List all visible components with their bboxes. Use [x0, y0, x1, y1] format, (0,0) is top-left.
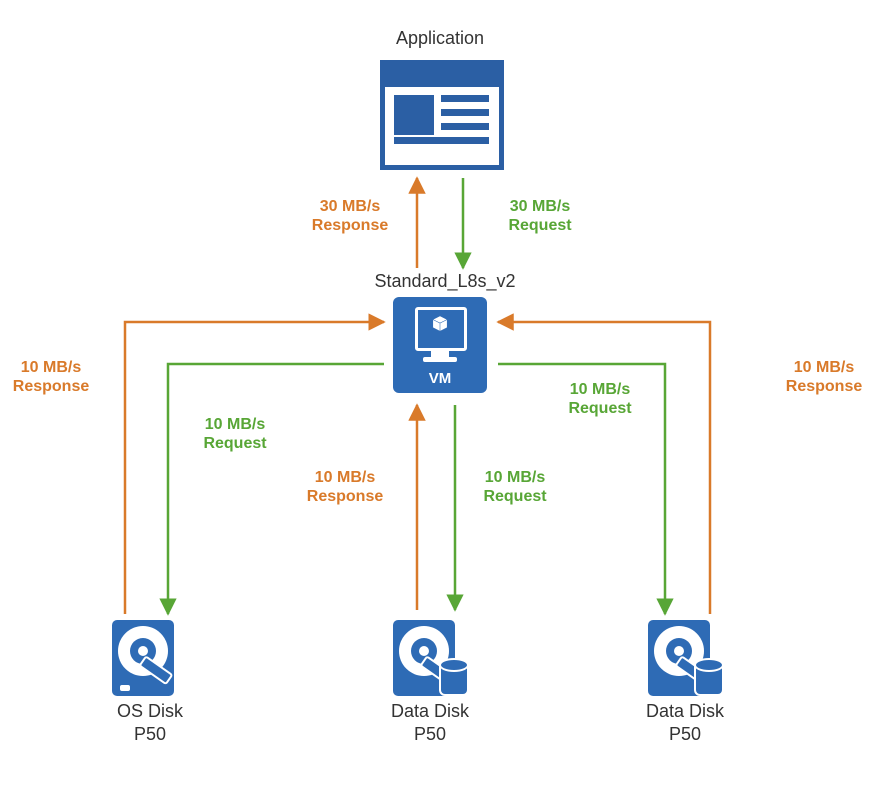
rate: 30 MB/s	[510, 198, 570, 215]
data-disk-1-label: Data Disk P50	[370, 700, 490, 745]
rate: 30 MB/s	[320, 198, 380, 215]
vm-icon: VM	[393, 297, 487, 393]
rate: 10 MB/s	[205, 416, 265, 433]
kind: Request	[483, 488, 546, 505]
rate: 10 MB/s	[315, 469, 375, 486]
data-disk-2-label: Data Disk P50	[625, 700, 745, 745]
vm-title: Standard_L8s_v2	[365, 271, 525, 292]
kind: Response	[312, 217, 388, 234]
vm-d1-request-label: 10 MB/s Request	[470, 468, 560, 506]
data-disk-2-tier: P50	[669, 724, 701, 744]
data-disk-1-name: Data Disk	[391, 701, 469, 721]
vm-os-response-label: 10 MB/s Response	[6, 358, 96, 396]
os-disk-tier: P50	[134, 724, 166, 744]
os-disk-name: OS Disk	[117, 701, 183, 721]
cube-icon	[431, 315, 449, 333]
vm-os-request-label: 10 MB/s Request	[190, 415, 280, 453]
vm-d2-response-label: 10 MB/s Response	[778, 358, 870, 396]
os-disk-icon	[112, 620, 188, 696]
vm-d2-request-label: 10 MB/s Request	[555, 380, 645, 418]
application-title: Application	[370, 28, 510, 49]
rate: 10 MB/s	[794, 359, 854, 376]
rate: 10 MB/s	[485, 469, 545, 486]
kind: Request	[203, 435, 266, 452]
application-icon	[380, 60, 504, 170]
os-disk-label: OS Disk P50	[100, 700, 200, 745]
architecture-diagram: Application Standard_L8s_v2 VM OS Disk P	[0, 0, 874, 792]
data-disk-2-name: Data Disk	[646, 701, 724, 721]
kind: Request	[508, 217, 571, 234]
kind: Request	[568, 400, 631, 417]
vm-d1-response-label: 10 MB/s Response	[300, 468, 390, 506]
kind: Response	[307, 488, 383, 505]
app-vm-request-label: 30 MB/s Request	[490, 197, 590, 235]
kind: Response	[13, 378, 89, 395]
data-disk-1-tier: P50	[414, 724, 446, 744]
app-vm-response-label: 30 MB/s Response	[300, 197, 400, 235]
rate: 10 MB/s	[570, 381, 630, 398]
rate: 10 MB/s	[21, 359, 81, 376]
data-disk-2-icon	[648, 620, 724, 696]
data-disk-1-icon	[393, 620, 469, 696]
vm-label: VM	[393, 370, 487, 387]
kind: Response	[786, 378, 862, 395]
